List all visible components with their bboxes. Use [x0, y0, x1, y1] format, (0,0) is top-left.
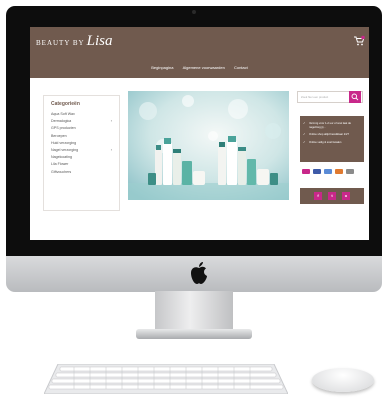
nav-item-terms[interactable]: Algemene voorwaarden [183, 65, 225, 70]
social-links: f t o [300, 188, 364, 204]
camera-icon [192, 10, 196, 14]
logo-script: Lisa [86, 33, 113, 49]
site-header: BEAUTY BY Lisa Beginpagina Algemene voorw… [30, 27, 369, 78]
chevron-right-icon: › [110, 147, 112, 152]
mastercard-icon [313, 169, 321, 174]
category-sidebar: Categorieën Aqua Soft Wax Dermalogica › G… [43, 95, 120, 211]
category-item[interactable]: Beroepen [51, 133, 119, 140]
twitter-icon[interactable]: t [328, 192, 336, 200]
category-item[interactable]: Giftvouchers [51, 169, 119, 176]
website-screen: BEAUTY BY Lisa Beginpagina Algemene voorw… [30, 27, 369, 240]
check-icon: ✓ [303, 139, 306, 144]
usp-item: ✓ Online veilig & snel betalen [303, 139, 342, 144]
logo-prefix: BEAUTY BY [36, 39, 85, 47]
imac-display: BEAUTY BY Lisa Beginpagina Algemene voorw… [6, 6, 382, 256]
paypal-icon [335, 169, 343, 174]
nav-item-contact[interactable]: Contact [234, 65, 248, 70]
imac-scene: BEAUTY BY Lisa Beginpagina Algemene voorw… [0, 0, 388, 398]
chevron-right-icon: › [110, 119, 112, 124]
category-item[interactable]: Dermalogica › [51, 118, 119, 125]
search-placeholder: Zoek hier een product [301, 95, 329, 99]
instagram-icon[interactable]: o [342, 192, 350, 200]
category-item[interactable]: Lila Flower [51, 161, 119, 168]
site-logo[interactable]: BEAUTY BY Lisa [36, 33, 112, 50]
category-item[interactable]: Nagelcoating [51, 154, 119, 161]
search-button[interactable] [349, 91, 361, 103]
maestro-icon [346, 169, 354, 174]
visa-icon [324, 169, 332, 174]
payment-methods [300, 169, 364, 175]
imac-stand-base [136, 329, 252, 339]
hero-product-image[interactable] [128, 91, 289, 200]
main-nav: Beginpagina Algemene voorwaarden Contact [30, 65, 369, 70]
category-item[interactable]: Huid verzorging [51, 140, 119, 147]
usp-item: ✓ Online shop altijd bereikbaar 24/7 [303, 132, 350, 137]
usp-box: ✓ Verzorg voor 1-2 uur of snel laat de na… [300, 116, 364, 162]
ideal-icon [302, 169, 310, 174]
nav-item-home[interactable]: Beginpagina [151, 65, 173, 70]
keyboard [44, 364, 288, 394]
apple-logo-icon [191, 262, 207, 284]
category-item[interactable]: Aqua Soft Wax [51, 111, 119, 118]
facebook-icon[interactable]: f [314, 192, 322, 200]
category-item[interactable]: Nagel verzorging › [51, 147, 119, 154]
check-icon: ✓ [303, 132, 306, 137]
usp-item: ✓ Verzorg voor 1-2 uur of snel laat de na… [303, 121, 351, 129]
cart-icon[interactable] [353, 35, 365, 47]
check-icon: ✓ [303, 121, 306, 125]
category-item[interactable]: GPS producten [51, 125, 119, 132]
mouse [312, 368, 374, 392]
sidebar-title: Categorieën [51, 101, 80, 107]
